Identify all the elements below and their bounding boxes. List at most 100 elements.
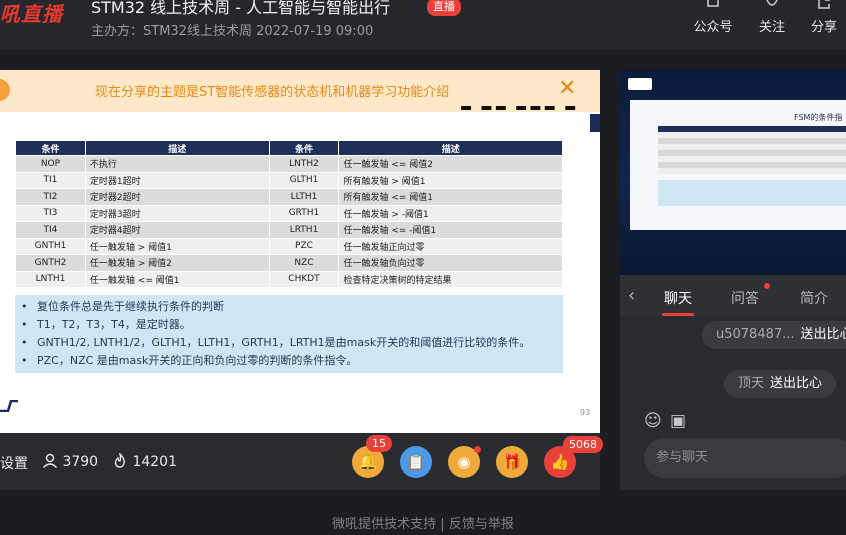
thumbnail-table-header [658, 126, 846, 132]
table-row: TI4 定时器4超时 LRTH1 任一触发轴 <= -阈值1 [15, 221, 563, 239]
table-cell: GNTH1 [15, 237, 86, 255]
wechat-account-icon [689, 0, 737, 16]
slide-heading-fragment: ▬ ▬▬ ▬▬▬ ▬ [460, 106, 579, 115]
table-cell: 所有触发轴 <= 阈值1 [338, 188, 563, 206]
clipboard-icon: 📋 [406, 453, 426, 471]
gift-button[interactable]: 🎁 [496, 446, 528, 478]
table-cell: 定时器1超时 [84, 171, 270, 189]
topic-text: 现在分享的主题是ST智能传感器的状态机和机器学习功能介绍 [95, 85, 450, 100]
thumbnail-slide: FSM的条件指 [630, 100, 846, 230]
table-cell: NZC [268, 254, 340, 272]
top-header: 吼直播 STM32 线上技术周 - 人工智能与智能出行 直播 主办方：STM32… [0, 0, 846, 50]
live-stream-page: 吼直播 STM32 线上技术周 - 人工智能与智能出行 直播 主办方：STM32… [0, 0, 846, 535]
table-cell: GNTH2 [15, 254, 86, 272]
table-cell: 任一触发轴 <= 阈值1 [84, 270, 270, 288]
table-row: TI3 定时器3超时 GRTH1 任一触发轴 > -阈值1 [15, 204, 563, 222]
chat-user: u5078487... [716, 327, 795, 342]
table-row: TI2 定时器2超时 LLTH1 所有触发轴 <= 阈值1 [15, 188, 563, 206]
player-control-bar: 设置 3790 14201 🔔 15 📋 ◉ 🎁 👍 5068 [0, 433, 603, 490]
chat-input[interactable]: 参与聊天 [644, 438, 846, 478]
thumbs-up-icon: 👍 [550, 453, 570, 471]
chat-message: 顶天 送出比心 [724, 370, 837, 398]
table-cell: TI2 [15, 188, 86, 206]
slide-notes: 复位条件总是先于继续执行条件的判断 T1，T2，T3，T4，是定时器。 GNTH… [15, 295, 563, 373]
follow-icon [748, 0, 796, 16]
share-button[interactable]: 分享 [800, 0, 846, 40]
thumbnail-table [658, 126, 846, 174]
slide-page-number: 93 [580, 408, 591, 417]
like-badge: 5068 [563, 436, 603, 453]
table-cell: GLTH1 [268, 171, 340, 189]
wechat-account-label: 公众号 [693, 20, 733, 35]
table-row: NOP 不执行 LNTH2 任一触发轴 <= 阈值2 [15, 155, 563, 173]
stream-title: STM32 线上技术周 - 人工智能与智能出行 [91, 0, 391, 17]
chat-message: u5078487... 送出比心 [702, 321, 846, 349]
chat-user: 顶天 [738, 376, 765, 391]
thumbnail-notes [658, 180, 846, 206]
table-cell: GRTH1 [268, 204, 340, 222]
table-cell: 定时器2超时 [84, 188, 270, 206]
note-item: 复位条件总是先于继续执行条件的判断 [21, 298, 563, 316]
table-cell: LNTH2 [268, 155, 340, 173]
tab-qa[interactable]: 问答 [731, 288, 759, 308]
video-thumbnail[interactable]: FSM的条件指 [620, 70, 846, 275]
chevron-left-icon[interactable]: ‹ [628, 285, 635, 306]
column-header: 描述 [338, 140, 563, 156]
user-icon [42, 453, 58, 468]
thumbnail-title: FSM的条件指 [794, 113, 843, 122]
side-panel: ‹ 聊天 问答 简介 u5078487...送出比心 顶天送出比心 ☺ ▣ 参与… [620, 275, 846, 490]
st-logo-icon [0, 400, 18, 412]
table-cell: 任一触发轴负向过零 [338, 254, 563, 272]
table-cell: 任一触发轴 <= 阈值2 [338, 155, 563, 173]
settings-button[interactable]: 设置 [0, 453, 28, 473]
table-header-row: 条件 描述 条件 描述 [15, 140, 563, 156]
tab-chat[interactable]: 聊天 [664, 288, 692, 308]
slide-accent-bar [590, 114, 600, 132]
flame-icon [114, 451, 125, 468]
table-cell: 定时器4超时 [84, 221, 270, 239]
lottery-dot [474, 446, 481, 453]
follow-button[interactable]: 关注 [748, 0, 796, 40]
note-item: PZC，NZC 是由mask开关的正向和负向过零的判断的条件指令。 [21, 352, 563, 370]
condition-table: 条件 描述 条件 描述 NOP 不执行 LNTH2 任一触发轴 <= 阈值2 TI1 定… [15, 140, 563, 288]
share-icon [800, 0, 846, 16]
st-logo-icon [628, 78, 652, 90]
viewer-count: 3790 [42, 453, 98, 470]
tab-intro[interactable]: 简介 [800, 288, 828, 308]
active-tab-indicator [662, 313, 694, 316]
table-row: GNTH2 任一触发轴 > 阈值2 NZC 任一触发轴负向过零 [15, 254, 563, 272]
table-cell: CHKDT [268, 270, 340, 288]
gift-icon: 🎁 [502, 453, 522, 471]
table-cell: 任一触发轴 > 阈值1 [84, 237, 270, 255]
emoji-icon[interactable]: ☺ [644, 411, 662, 431]
table-cell: LLTH1 [268, 188, 340, 206]
share-label: 分享 [810, 20, 837, 35]
table-cell: 任一触发轴正向过零 [338, 237, 563, 255]
notification-badge: 15 [366, 435, 392, 452]
live-badge: 直播 [427, 0, 461, 16]
table-cell: 任一触发轴 > 阈值2 [84, 254, 270, 272]
presentation-slide: 现在分享的主题是ST智能传感器的状态机和机器学习功能介绍 ✕ ▬ ▬▬ ▬▬▬ … [0, 70, 600, 433]
table-cell: TI1 [15, 171, 86, 189]
heat-count: 14201 [112, 451, 177, 470]
table-cell: 检查特定决策树的特定结果 [338, 270, 563, 288]
chat-text: 送出比心 [770, 376, 823, 391]
follow-label: 关注 [758, 20, 785, 35]
column-header: 描述 [84, 140, 270, 156]
table-cell: 定时器3超时 [84, 204, 270, 222]
column-header: 条件 [268, 140, 340, 156]
table-row: TI1 定时器1超时 GLTH1 所有触发轴 > 阈值1 [15, 171, 563, 189]
signin-button[interactable]: 📋 [400, 446, 432, 478]
wechat-account-button[interactable]: 公众号 [689, 0, 737, 40]
image-upload-icon[interactable]: ▣ [670, 411, 686, 431]
table-cell: LNTH1 [15, 270, 86, 288]
live-badge-label: 直播 [433, 0, 455, 13]
table-cell: 所有触发轴 > 阈值1 [338, 171, 563, 189]
organizer-info: 主办方：STM32线上技术周 2022-07-19 09:00 [91, 24, 374, 39]
note-item: GNTH1/2, LNTH1/2，GLTH1，LLTH1，GRTH1，LRTH1… [21, 334, 563, 352]
footer-links[interactable]: 微吼提供技术支持 | 反馈与举报 [0, 513, 846, 532]
table-cell: LRTH1 [268, 221, 340, 239]
table-cell: TI4 [15, 221, 86, 239]
brand-logo[interactable]: 吼直播 [0, 0, 63, 27]
close-icon[interactable]: ✕ [558, 76, 576, 102]
